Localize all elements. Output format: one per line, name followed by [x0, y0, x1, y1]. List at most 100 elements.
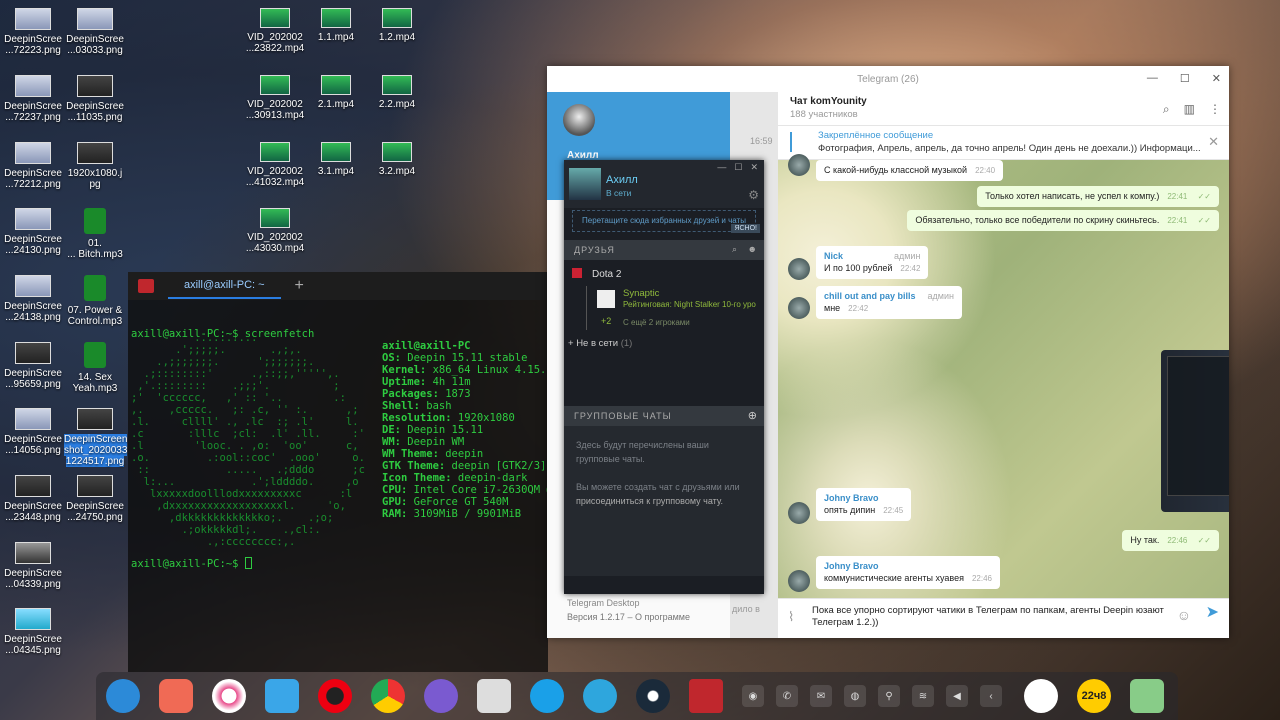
- file-manager-icon[interactable]: [265, 679, 299, 713]
- avatar[interactable]: [563, 104, 595, 136]
- wifi-icon[interactable]: ≋: [912, 685, 934, 707]
- desktop-file-icon[interactable]: DeepinScree ...24130.png: [2, 208, 64, 256]
- terminal-window[interactable]: axill@axill-PC: ~ + axill@axill-PC:~$ sc…: [128, 272, 559, 672]
- skype-icon[interactable]: [530, 679, 564, 713]
- desktop-file-icon[interactable]: VID_202002 ...30913.mp4: [244, 75, 306, 121]
- chevron-left-icon[interactable]: ‹: [980, 685, 1002, 707]
- close-icon[interactable]: ✕: [1212, 72, 1221, 85]
- screen-recorder-icon[interactable]: [159, 679, 193, 713]
- chat-message[interactable]: Обязательно, только все победители по ск…: [907, 210, 1219, 231]
- telegram-icon[interactable]: [583, 679, 617, 713]
- maximize-icon[interactable]: ☐: [1180, 72, 1190, 85]
- screenshot-image[interactable]: [1161, 350, 1229, 512]
- message-author[interactable]: Johny Bravo: [824, 493, 879, 503]
- pinned-message[interactable]: Закреплённое сообщение Фотография, Апрел…: [778, 126, 1229, 160]
- desktop-file-icon[interactable]: 07. Power & Control.mp3: [64, 275, 126, 327]
- message-composer[interactable]: ⌇ Пока все упорно сортируют чатики в Тел…: [778, 598, 1229, 638]
- game-group[interactable]: Dota 2: [572, 268, 621, 280]
- chat-message[interactable]: Ну так. 22:46 ✓✓: [1122, 530, 1219, 551]
- composer-text[interactable]: Пока все упорно сортируют чатики в Телег…: [812, 605, 1189, 629]
- desktop-file-icon[interactable]: DeepinScree ...11035.png: [64, 75, 126, 123]
- settings-icon[interactable]: [212, 679, 246, 713]
- chrome-icon[interactable]: [371, 679, 405, 713]
- desktop-file-icon[interactable]: DeepinScree ...04345.png: [2, 608, 64, 656]
- avatar[interactable]: [788, 154, 810, 176]
- desktop-file-icon[interactable]: 1920x1080.j pg: [64, 142, 126, 190]
- new-tab-icon[interactable]: +: [295, 277, 304, 295]
- app-version-link[interactable]: Версия 1.2.17 – О программе: [567, 610, 690, 624]
- desktop-file-icon[interactable]: 2.1.mp4: [305, 75, 367, 110]
- chat-message[interactable]: chill out and pay bills админ мне 22:42: [816, 286, 962, 319]
- add-friend-icon[interactable]: ☻: [748, 244, 758, 254]
- maximize-icon[interactable]: ☐: [734, 162, 742, 173]
- desktop-file-icon[interactable]: DeepinScree ...72223.png: [2, 8, 64, 56]
- desktop-file-icon[interactable]: DeepinScree ...14056.png: [2, 408, 64, 456]
- desktop-file-icon[interactable]: VID_202002 ...23822.mp4: [244, 8, 306, 54]
- desktop-file-icon[interactable]: 14. Sex Yeah.mp3: [64, 342, 126, 394]
- gear-icon[interactable]: ⚙: [748, 188, 759, 202]
- desktop-file-icon[interactable]: VID_202002 ...41032.mp4: [244, 142, 306, 188]
- opera-icon[interactable]: [318, 679, 352, 713]
- viber-icon[interactable]: [424, 679, 458, 713]
- minimize-icon[interactable]: —: [1147, 72, 1158, 85]
- power-icon[interactable]: [1024, 679, 1058, 713]
- search-icon[interactable]: ⌕: [732, 244, 738, 255]
- desktop-file-icon[interactable]: 01. ... Bitch.mp3: [64, 208, 126, 260]
- desktop-file-icon[interactable]: 2.2.mp4: [366, 75, 428, 110]
- chat-message[interactable]: Johny Bravo опять дипин 22:45: [816, 488, 912, 521]
- chat-area[interactable]: Чат komYounity 188 участников ⌕ ▥ ⋮ Закр…: [778, 92, 1229, 638]
- desktop-file-icon[interactable]: DeepinScree ...72212.png: [2, 142, 64, 190]
- trash-icon[interactable]: [1130, 679, 1164, 713]
- add-group-icon[interactable]: ⊕: [748, 409, 758, 422]
- desktop-file-icon[interactable]: DeepinScree ...24750.png: [64, 475, 126, 523]
- usb-icon[interactable]: ⚲: [878, 685, 900, 707]
- network-tray-icon[interactable]: ◍: [844, 685, 866, 707]
- desktop-file-icon[interactable]: 1.2.mp4: [366, 8, 428, 43]
- avatar[interactable]: [788, 570, 810, 592]
- emoji-icon[interactable]: ☺: [1177, 608, 1191, 622]
- avatar[interactable]: [788, 502, 810, 524]
- chat-header[interactable]: Чат komYounity 188 участников ⌕ ▥ ⋮: [778, 92, 1229, 126]
- minimize-icon[interactable]: —: [717, 162, 726, 173]
- chat-message[interactable]: С какой-нибудь классной музыкой 22:40: [816, 160, 1004, 181]
- steam-friends-window[interactable]: — ☐ ✕ Ахилл В сети ⚙ Перетащите сюда изб…: [564, 160, 764, 594]
- desktop-file-icon[interactable]: DeepinScree ...23448.png: [2, 475, 64, 523]
- desktop-file-icon[interactable]: DeepinScreen shot_2020033 1224517.png: [64, 408, 128, 467]
- desktop-file-icon[interactable]: DeepinScree ...72237.png: [2, 75, 64, 123]
- terminal-tab[interactable]: axill@axill-PC: ~: [168, 273, 281, 299]
- viber-tray-icon[interactable]: ✆: [776, 685, 798, 707]
- launcher-icon[interactable]: [106, 679, 140, 713]
- friend-entry[interactable]: Synaptic Рейтинговая: Night Stalker 10-г…: [586, 286, 758, 330]
- desktop-file-icon[interactable]: VID_202002 ...43030.mp4: [244, 208, 306, 254]
- desktop-file-icon[interactable]: 3.2.mp4: [366, 142, 428, 177]
- chat-tray-icon[interactable]: ✉: [810, 685, 832, 707]
- close-icon[interactable]: ✕: [750, 162, 758, 173]
- send-icon[interactable]: ➤: [1206, 605, 1219, 621]
- more-icon[interactable]: ⋮: [1209, 102, 1221, 117]
- message-author[interactable]: chill out and pay bills: [824, 291, 916, 301]
- search-icon[interactable]: ⌕: [1163, 102, 1170, 117]
- avatar[interactable]: [788, 258, 810, 280]
- offline-group[interactable]: + Не в сети (1): [568, 338, 632, 349]
- installer-icon[interactable]: [477, 679, 511, 713]
- favorites-dropzone[interactable]: Перетащите сюда избранных друзей и чаты: [572, 210, 756, 232]
- chat-message[interactable]: Nick админ И по 100 рублей 22:42: [816, 246, 929, 279]
- message-author[interactable]: Johny Bravo: [824, 561, 879, 571]
- clock[interactable]: 22ч8: [1077, 679, 1111, 713]
- join-group-link[interactable]: присоединиться к групповому чату.: [576, 496, 723, 506]
- chat-message[interactable]: Только хотел написать, не успел к компу.…: [977, 186, 1219, 207]
- avatar[interactable]: [569, 168, 601, 200]
- desktop-file-icon[interactable]: DeepinScree ...24138.png: [2, 275, 64, 323]
- chat-message[interactable]: Johny Bravo коммунистические агенты хуаве…: [816, 556, 1000, 589]
- desktop-file-icon[interactable]: DeepinScree ...95659.png: [2, 342, 64, 390]
- close-pinned-icon[interactable]: ✕: [1208, 134, 1219, 150]
- message-author[interactable]: Nick: [824, 251, 843, 261]
- terminal-icon[interactable]: [689, 679, 723, 713]
- desktop-file-icon[interactable]: DeepinScree ...03033.png: [64, 8, 126, 56]
- desktop-file-icon[interactable]: 3.1.mp4: [305, 142, 367, 177]
- steam-user-name[interactable]: Ахилл: [606, 174, 638, 186]
- steam-icon[interactable]: [636, 679, 670, 713]
- steam-tray-icon[interactable]: ◉: [742, 685, 764, 707]
- terminal-body[interactable]: axill@axill-PC:~$ screenfetch ..........…: [128, 300, 559, 672]
- dismiss-button[interactable]: ЯСНО!: [731, 224, 760, 233]
